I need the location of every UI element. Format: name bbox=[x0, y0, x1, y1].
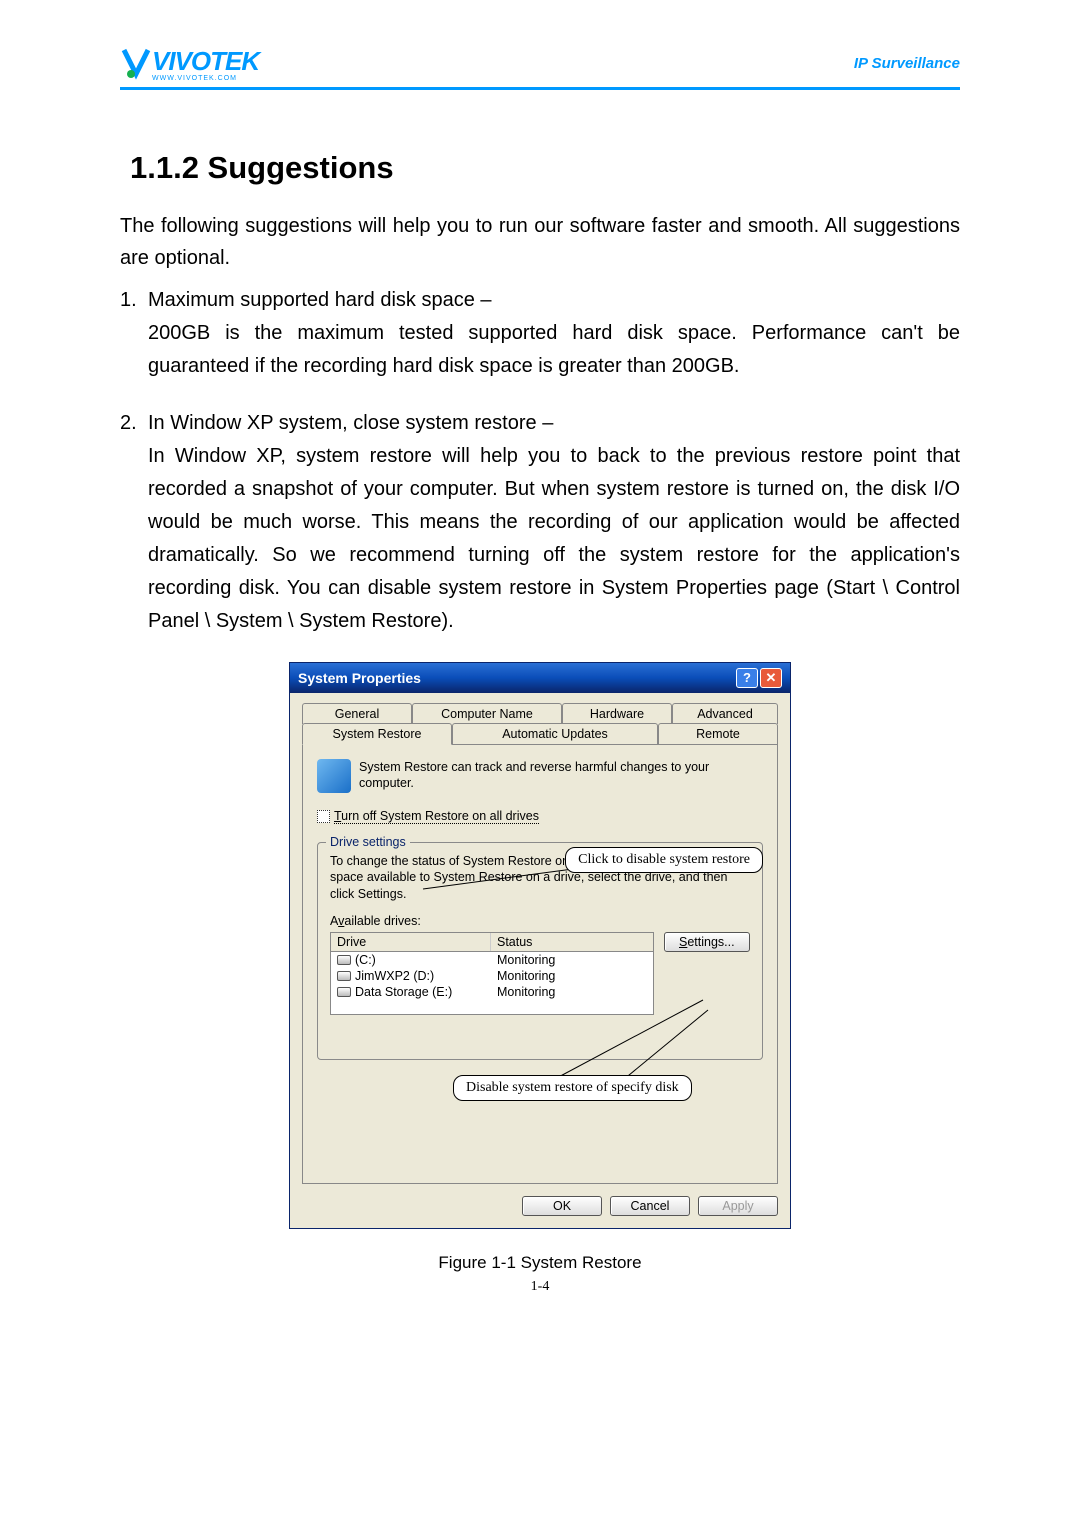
table-row[interactable]: JimWXP2 (D:) Monitoring bbox=[331, 968, 653, 984]
tab-automatic-updates[interactable]: Automatic Updates bbox=[452, 723, 658, 744]
dialog-button-row: OK Cancel Apply bbox=[302, 1196, 778, 1216]
callout-disable-all: Click to disable system restore bbox=[565, 847, 763, 873]
drive-name: JimWXP2 (D:) bbox=[355, 969, 434, 983]
logo: VIVOTEK WWW.VIVOTEK.COM bbox=[120, 44, 259, 84]
close-button[interactable]: ✕ bbox=[760, 668, 782, 688]
figure-caption: Figure 1-1 System Restore bbox=[120, 1253, 960, 1273]
logo-text: VIVOTEK bbox=[152, 46, 259, 76]
list-title: Maximum supported hard disk space – bbox=[148, 289, 492, 311]
drives-table-head: Drive Status bbox=[331, 933, 653, 952]
system-restore-desc-text: System Restore can track and reverse har… bbox=[359, 760, 709, 790]
page-header: VIVOTEK WWW.VIVOTEK.COM IP Surveillance bbox=[120, 40, 960, 90]
turnoff-checkbox-row[interactable]: Turn off System Restore on all drives bbox=[317, 809, 763, 824]
col-status: Status bbox=[491, 933, 653, 951]
drive-name: (C:) bbox=[355, 953, 376, 967]
tab-computer-name[interactable]: Computer Name bbox=[412, 703, 562, 724]
system-restore-icon bbox=[317, 759, 351, 793]
help-button[interactable]: ? bbox=[736, 668, 758, 688]
logo-icon bbox=[120, 44, 152, 84]
list-body: 200GB is the maximum tested supported ha… bbox=[120, 317, 960, 383]
dialog-titlebar[interactable]: System Properties ? ✕ bbox=[290, 663, 790, 693]
turnoff-label: urn off System Restore on all drives bbox=[341, 809, 539, 823]
list-num: 2. bbox=[120, 407, 148, 440]
apply-button[interactable]: Apply bbox=[698, 1196, 778, 1216]
disk-icon bbox=[337, 971, 351, 981]
tab-general[interactable]: General bbox=[302, 703, 412, 724]
header-right: IP Surveillance bbox=[854, 55, 960, 72]
drive-name: Data Storage (E:) bbox=[355, 985, 452, 999]
tab-system-restore[interactable]: System Restore bbox=[302, 723, 452, 745]
table-row[interactable]: (C:) Monitoring bbox=[331, 952, 653, 968]
list-num: 1. bbox=[120, 284, 148, 317]
callout-disable-specific: Disable system restore of specify disk bbox=[453, 1075, 692, 1101]
tab-remote[interactable]: Remote bbox=[658, 723, 778, 744]
tab-content: System Restore can track and reverse har… bbox=[302, 744, 778, 1184]
cancel-button[interactable]: Cancel bbox=[610, 1196, 690, 1216]
ok-button[interactable]: OK bbox=[522, 1196, 602, 1216]
fieldset-legend: Drive settings bbox=[326, 835, 410, 849]
section-heading: 1.1.2 Suggestions bbox=[120, 150, 960, 186]
disk-icon bbox=[337, 987, 351, 997]
available-drives-label: Available drives: bbox=[330, 914, 750, 928]
tab-row-2: System Restore Automatic Updates Remote bbox=[302, 723, 778, 744]
drive-status: Monitoring bbox=[497, 969, 647, 983]
system-properties-dialog: System Properties ? ✕ General Computer N… bbox=[289, 662, 791, 1229]
tab-advanced[interactable]: Advanced bbox=[672, 703, 778, 724]
col-drive: Drive bbox=[331, 933, 491, 951]
list-item-2: 2.In Window XP system, close system rest… bbox=[120, 407, 960, 638]
drive-status: Monitoring bbox=[497, 953, 647, 967]
intro-paragraph: The following suggestions will help you … bbox=[120, 210, 960, 274]
system-restore-description: System Restore can track and reverse har… bbox=[317, 759, 763, 795]
tab-hardware[interactable]: Hardware bbox=[562, 703, 672, 724]
list-title: In Window XP system, close system restor… bbox=[148, 412, 553, 434]
settings-button[interactable]: Settings... bbox=[664, 932, 750, 952]
tab-row-1: General Computer Name Hardware Advanced bbox=[302, 703, 778, 724]
list-body: In Window XP, system restore will help y… bbox=[120, 440, 960, 638]
list-item-1: 1.Maximum supported hard disk space – 20… bbox=[120, 284, 960, 383]
page-number: 1-4 bbox=[120, 1279, 960, 1295]
disk-icon bbox=[337, 955, 351, 965]
dialog-title-text: System Properties bbox=[298, 670, 421, 686]
turnoff-checkbox[interactable] bbox=[317, 810, 330, 823]
